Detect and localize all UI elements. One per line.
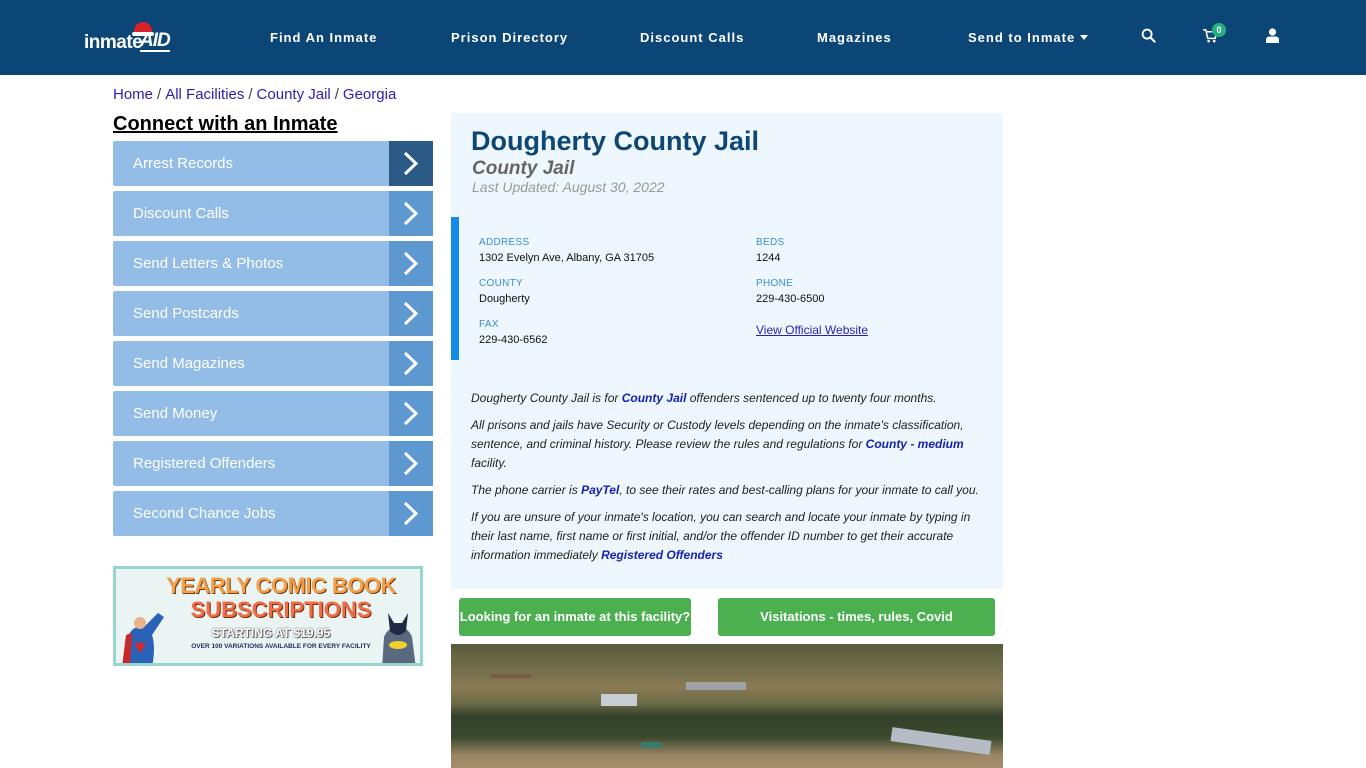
- photo-building: [686, 682, 746, 690]
- sidebar-item-registered-offenders[interactable]: Registered Offenders: [113, 441, 433, 486]
- ad-headline: YEARLY COMIC BOOK: [166, 573, 396, 598]
- chevron-right-icon: [389, 241, 433, 286]
- text: The phone carrier is: [471, 483, 582, 497]
- county-field: COUNTY Dougherty: [479, 278, 530, 305]
- county-medium-link[interactable]: County - medium: [866, 437, 964, 451]
- facility-info-panel: Dougherty County Jail County Jail Last U…: [451, 113, 1003, 589]
- chevron-right-icon: [389, 391, 433, 436]
- top-navbar: inmate AID Find An Inmate Prison Directo…: [0, 0, 1366, 75]
- inmateaid-logo[interactable]: inmate AID: [84, 22, 184, 56]
- comic-subscription-ad-banner[interactable]: YEARLY COMIC BOOK SUBSCRIPTIONS STARTING…: [113, 566, 423, 666]
- sidebar-item-label: Send Postcards: [133, 305, 239, 322]
- chevron-right-icon: [389, 191, 433, 236]
- facility-name: Dougherty County Jail: [471, 126, 760, 156]
- description-paragraph: The phone carrier is PayTel, to see thei…: [471, 481, 991, 500]
- website-field: View Official Website: [756, 321, 868, 339]
- fax-label: FAX: [479, 319, 499, 330]
- sidebar-item-discount-calls[interactable]: Discount Calls: [113, 191, 433, 236]
- sidebar-item-label: Second Chance Jobs: [133, 505, 276, 522]
- nav-find-an-inmate[interactable]: Find An Inmate: [270, 30, 377, 45]
- facility-aerial-photo: [451, 644, 1003, 768]
- fax-value: 229-430-6562: [479, 334, 548, 346]
- photo-building: [601, 694, 637, 706]
- text: facility.: [471, 456, 507, 470]
- phone-value: 229-430-6500: [756, 293, 825, 305]
- breadcrumb-separator: /: [157, 86, 162, 103]
- facility-type: County Jail: [472, 158, 575, 179]
- search-icon[interactable]: [1141, 28, 1157, 44]
- sidebar-item-label: Send Money: [133, 405, 218, 422]
- sidebar-item-send-letters-photos[interactable]: Send Letters & Photos: [113, 241, 433, 286]
- sidebar-item-arrest-records[interactable]: Arrest Records: [113, 141, 433, 186]
- text: Dougherty County Jail is for: [471, 391, 622, 405]
- breadcrumb: Home / All Facilities / County Jail / Georgia: [113, 86, 396, 103]
- photo-building: [641, 742, 661, 748]
- nav-send-to-inmate[interactable]: Send to Inmate: [968, 30, 1089, 45]
- sidebar-item-label: Registered Offenders: [133, 455, 276, 472]
- sidebar-item-send-postcards[interactable]: Send Postcards: [113, 291, 433, 336]
- description-paragraph: If you are unsure of your inmate's locat…: [471, 508, 991, 565]
- view-official-website-link[interactable]: View Official Website: [756, 323, 868, 337]
- photo-building: [890, 727, 992, 755]
- sidebar-item-label: Send Magazines: [133, 355, 245, 372]
- facility-description: Dougherty County Jail is for County Jail…: [471, 389, 991, 573]
- nav-magazines[interactable]: Magazines: [817, 30, 892, 45]
- breadcrumb-all-facilities[interactable]: All Facilities: [165, 86, 244, 103]
- caret-down-icon: [1080, 35, 1089, 40]
- registered-offenders-link[interactable]: Registered Offenders: [601, 548, 723, 562]
- nav-discount-calls[interactable]: Discount Calls: [640, 30, 744, 45]
- county-value: Dougherty: [479, 293, 530, 305]
- find-inmate-at-facility-button[interactable]: Looking for an inmate at this facility?: [459, 598, 691, 636]
- address-value: 1302 Evelyn Ave, Albany, GA 31705: [479, 252, 655, 264]
- sidebar-item-label: Send Letters & Photos: [133, 255, 284, 272]
- text: offenders sentenced up to twenty four mo…: [686, 391, 937, 405]
- chevron-right-icon: [389, 141, 433, 186]
- county-label: COUNTY: [479, 278, 524, 289]
- chevron-right-icon: [389, 441, 433, 486]
- logo-text-inmate: inmate: [84, 32, 143, 53]
- paytel-link[interactable]: PayTel: [581, 483, 619, 497]
- address-label: ADDRESS: [479, 237, 530, 248]
- beds-value: 1244: [756, 252, 781, 264]
- breadcrumb-county-jail[interactable]: County Jail: [257, 86, 331, 103]
- phone-label: PHONE: [756, 278, 794, 289]
- breadcrumb-home[interactable]: Home: [113, 86, 153, 103]
- fax-field: FAX 229-430-6562: [479, 319, 548, 346]
- ad-tagline: OVER 100 VARIATIONS AVAILABLE FOR EVERY …: [191, 643, 371, 650]
- sidebar-item-label: Arrest Records: [133, 155, 234, 172]
- ad-headline-2: SUBSCRIPTIONS: [190, 597, 372, 622]
- sidebar-item-send-magazines[interactable]: Send Magazines: [113, 341, 433, 386]
- text: , to see their rates and best-calling pl…: [619, 483, 979, 497]
- user-icon[interactable]: [1266, 28, 1282, 44]
- ad-price: STARTING AT $19.95: [211, 626, 331, 640]
- breadcrumb-separator: /: [248, 86, 253, 103]
- logo-text-aid: AID: [140, 30, 171, 52]
- chevron-right-icon: [389, 341, 433, 386]
- photo-building: [491, 674, 531, 678]
- beds-label: BEDS: [756, 237, 785, 248]
- facility-details: ADDRESS 1302 Evelyn Ave, Albany, GA 3170…: [451, 217, 1003, 360]
- visitations-button[interactable]: Visitations - times, rules, Covid cancel…: [718, 598, 995, 662]
- description-paragraph: Dougherty County Jail is for County Jail…: [471, 389, 991, 408]
- address-field: ADDRESS 1302 Evelyn Ave, Albany, GA 3170…: [479, 237, 654, 264]
- nav-send-to-inmate-label: Send to Inmate: [968, 30, 1076, 45]
- chevron-right-icon: [389, 491, 433, 536]
- county-jail-link[interactable]: County Jail: [622, 391, 687, 405]
- sidebar-item-second-chance-jobs[interactable]: Second Chance Jobs: [113, 491, 433, 536]
- cart-count-badge: 0: [1212, 23, 1226, 37]
- beds-field: BEDS 1244: [756, 237, 784, 264]
- sidebar-title: Connect with an Inmate: [113, 113, 338, 135]
- chevron-right-icon: [389, 291, 433, 336]
- sidebar-item-send-money[interactable]: Send Money: [113, 391, 433, 436]
- description-paragraph: All prisons and jails have Security or C…: [471, 416, 991, 473]
- sidebar-menu: Arrest Records Discount Calls Send Lette…: [113, 141, 433, 541]
- breadcrumb-georgia[interactable]: Georgia: [343, 86, 396, 103]
- breadcrumb-separator: /: [334, 86, 339, 103]
- phone-field: PHONE 229-430-6500: [756, 278, 825, 305]
- sidebar-item-label: Discount Calls: [133, 205, 229, 222]
- last-updated: Last Updated: August 30, 2022: [472, 179, 665, 195]
- nav-prison-directory[interactable]: Prison Directory: [451, 30, 568, 45]
- details-accent-bar: [451, 217, 459, 360]
